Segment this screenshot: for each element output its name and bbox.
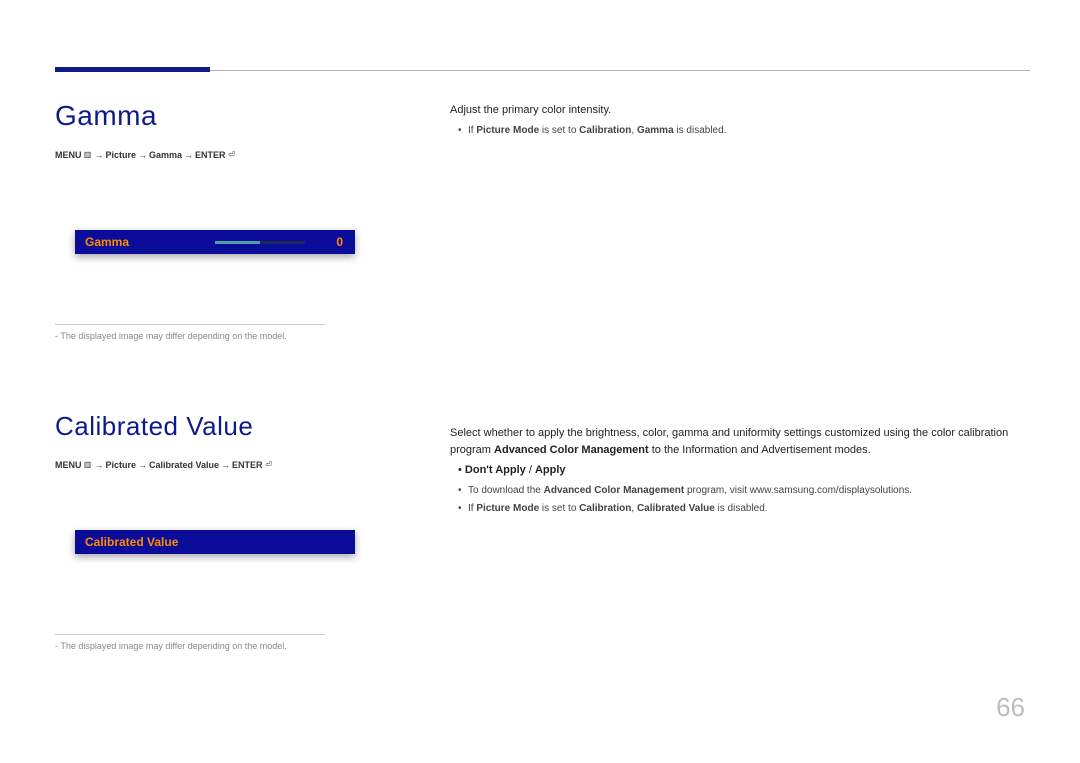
note-item: To download the Advanced Color Managemen… [458,483,1030,498]
text-bold: Calibrated Value [637,503,715,514]
text-bold: Gamma [637,125,674,136]
slider-fill [215,241,260,244]
nav-menu-label: MENU [55,150,82,160]
menu-icon: ▥ [84,151,92,159]
option-dontapply: Don't Apply [465,464,526,476]
page-number: 66 [996,692,1025,723]
text: is disabled. [674,125,727,136]
arrow-icon: → [138,150,147,160]
text: program, visit www.samsung.com/displayso… [684,485,912,496]
text-bold: Advanced Color Management [544,485,685,496]
caption-divider [55,634,325,635]
text-bold: Picture Mode [476,503,539,514]
section1-notes: If Picture Mode is set to Calibration, G… [458,123,1030,138]
options-line: • Don't Apply / Apply [458,462,1030,479]
calibrated-value-bar: Calibrated Value [75,530,355,554]
nav-menu-label: MENU [55,460,82,470]
desc-text: Adjust the primary color intensity. [450,102,1030,119]
section1-caption: - The displayed image may differ dependi… [55,331,355,341]
section1-title: Gamma [55,100,355,132]
note-item: If Picture Mode is set to Calibration, G… [458,123,1030,138]
text-bold: Calibration [579,503,631,514]
text-bold: Calibration [579,125,631,136]
desc-text: Select whether to apply the brightness, … [450,425,1030,458]
option-apply: Apply [535,464,566,476]
gamma-slider-label: Gamma [85,235,129,249]
gamma-slider-value: 0 [336,235,343,249]
enter-icon: ⏎ [265,461,273,469]
text-bold: Picture Mode [476,125,539,136]
section2-description: Select whether to apply the brightness, … [450,425,1030,519]
enter-icon: ⏎ [228,151,236,159]
section1-breadcrumb: MENU ▥ → Picture → Gamma → ENTER ⏎ [55,150,355,160]
caption-divider [55,324,325,325]
text: To download the [468,485,544,496]
bullet-dot: • [458,464,465,476]
arrow-icon: → [221,460,230,470]
arrow-icon: → [184,150,193,160]
arrow-icon: → [95,460,104,470]
top-divider-accent [55,67,210,72]
text: / [526,464,535,476]
nav-picture: Picture [106,460,137,470]
section2-caption: - The displayed image may differ dependi… [55,641,355,651]
note-item: If Picture Mode is set to Calibration, C… [458,501,1030,516]
page-root: Gamma MENU ▥ → Picture → Gamma → ENTER ⏎… [0,0,1080,763]
nav-enter-label: ENTER [195,150,226,160]
text-bold: Advanced Color Management [494,444,649,456]
menu-icon: ▥ [84,461,92,469]
gamma-slider-bar: Gamma 0 [75,230,355,254]
text: to the Information and Advertisement mod… [649,444,871,456]
nav-picture: Picture [106,150,137,160]
section2-breadcrumb: MENU ▥ → Picture → Calibrated Value → EN… [55,460,355,470]
arrow-icon: → [95,150,104,160]
arrow-icon: → [138,460,147,470]
section2-notes: To download the Advanced Color Managemen… [458,483,1030,516]
text: is set to [539,503,579,514]
left-column: Gamma MENU ▥ → Picture → Gamma → ENTER ⏎… [55,100,355,651]
text: is set to [539,125,579,136]
nav-gamma: Gamma [149,150,182,160]
calibrated-value-label: Calibrated Value [85,535,178,549]
text: is disabled. [715,503,768,514]
section2-title: Calibrated Value [55,411,355,442]
nav-calibrated: Calibrated Value [149,460,219,470]
section1-description: Adjust the primary color intensity. If P… [450,102,1030,141]
nav-enter-label: ENTER [232,460,263,470]
